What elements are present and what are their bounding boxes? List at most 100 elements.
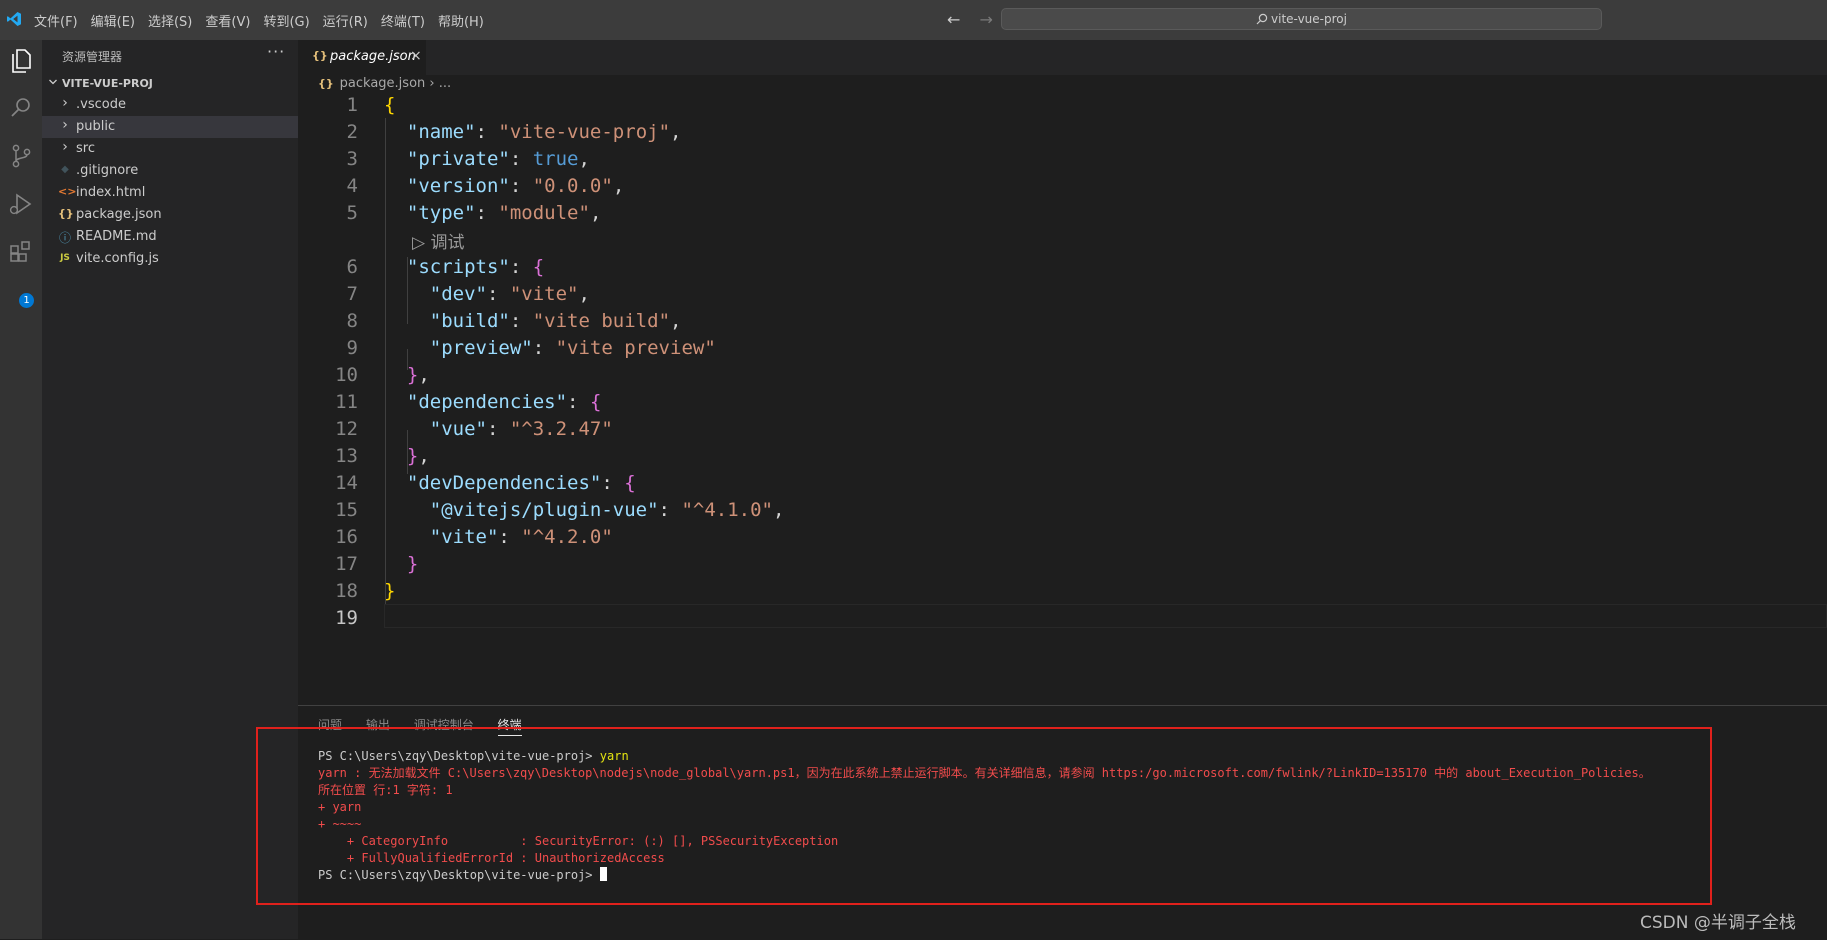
activity-bar: 1 [0, 40, 42, 939]
tree-item-label: src [76, 141, 95, 156]
json-file-icon: {} [318, 77, 334, 90]
explorer-files-icon[interactable] [5, 44, 37, 76]
line-number: 16 [335, 526, 358, 548]
menu-selection[interactable]: 选择(S) [148, 11, 192, 30]
debug-codelens[interactable]: ▷ 调试 [412, 228, 464, 253]
line-number: 1 [346, 94, 358, 116]
search-icon [1256, 13, 1268, 25]
navigation-arrows: ← → [947, 10, 1007, 29]
code-line: "devDependencies": { [406, 472, 636, 494]
json-file-icon: {} [312, 49, 328, 62]
back-arrow-icon[interactable]: ← [947, 10, 960, 29]
tree-file-vite-config[interactable]: JS vite.config.js [42, 248, 298, 270]
line-number: 13 [335, 445, 358, 467]
highlight-box [256, 727, 1712, 905]
code-line: }, [406, 364, 430, 386]
breadcrumb-file[interactable]: package.json [340, 76, 426, 91]
code-line: "dependencies": { [406, 391, 602, 413]
code-line: } [384, 580, 396, 602]
line-number: 15 [335, 499, 358, 521]
line-number: 7 [346, 283, 358, 305]
menu-go[interactable]: 转到(G) [263, 11, 309, 30]
more-actions-icon[interactable]: ··· [267, 42, 285, 61]
code-line: "dev": "vite", [429, 283, 590, 305]
line-number: 18 [335, 580, 358, 602]
line-number: 19 [335, 607, 358, 629]
line-number: 9 [346, 337, 358, 359]
html-file-icon: <> [58, 185, 77, 198]
code-line: "private": true, [406, 148, 590, 170]
tree-file-gitignore[interactable]: ◆ .gitignore [42, 160, 298, 182]
watermark: CSDN @半调子全栈 [1640, 913, 1796, 933]
code-line: "@vitejs/plugin-vue": "^4.1.0", [429, 499, 785, 521]
chevron-right-icon: › [62, 95, 68, 111]
tab-package-json[interactable]: {} package.json × [298, 40, 426, 75]
line-number: 6 [346, 256, 358, 278]
code-line: "build": "vite build", [429, 310, 682, 332]
line-number: 10 [335, 364, 358, 386]
extensions-icon[interactable] [5, 236, 37, 268]
command-center-search[interactable]: vite-vue-proj [1001, 8, 1602, 30]
tree-item-label: package.json [76, 207, 162, 222]
line-number: 8 [346, 310, 358, 332]
line-number: 4 [346, 175, 358, 197]
tree-item-label: index.html [76, 185, 146, 200]
chevron-down-icon [49, 79, 57, 85]
breadcrumb-separator-icon: › [429, 76, 435, 91]
code-line: }, [406, 445, 430, 467]
line-number: 2 [346, 121, 358, 143]
tree-folder-src[interactable]: › src [42, 138, 298, 160]
menu-view[interactable]: 查看(V) [205, 11, 250, 30]
search-icon[interactable] [5, 92, 37, 124]
tree-folder-public[interactable]: › public [42, 116, 298, 138]
line-number: 5 [346, 202, 358, 224]
menu-help[interactable]: 帮助(H) [438, 11, 484, 30]
tree-file-readme[interactable]: ⓘ README.md [42, 226, 298, 248]
menu-bar: 文件(F) 编辑(E) 选择(S) 查看(V) 转到(G) 运行(R) 终端(T… [34, 0, 497, 40]
json-file-icon: {} [58, 207, 74, 220]
breadcrumb-rest[interactable]: ... [439, 76, 451, 91]
code-line: "vite": "^4.2.0" [429, 526, 613, 548]
tree-folder-vscode[interactable]: › .vscode [42, 94, 298, 116]
tab-label: package.json [330, 49, 416, 64]
line-number: 12 [335, 418, 358, 440]
editor-tabs: {} package.json × [298, 40, 1827, 75]
menu-run[interactable]: 运行(R) [323, 11, 368, 30]
breadcrumb: {} package.json › ... [318, 76, 451, 91]
tree-item-label: public [76, 119, 116, 134]
code-line: "preview": "vite preview" [429, 337, 716, 359]
file-tree: › .vscode › public › src ◆ .gitignore <>… [42, 94, 298, 270]
workspace-root-label: VITE-VUE-PROJ [62, 77, 153, 90]
tree-file-index-html[interactable]: <> index.html [42, 182, 298, 204]
source-control-icon[interactable] [5, 140, 37, 172]
title-bar: 文件(F) 编辑(E) 选择(S) 查看(V) 转到(G) 运行(R) 终端(T… [0, 0, 1827, 40]
extensions-badge: 1 [19, 293, 34, 308]
code-line: } [406, 553, 419, 575]
code-line: "vue": "^3.2.47" [429, 418, 613, 440]
code-line: "scripts": { [406, 256, 545, 278]
menu-edit[interactable]: 编辑(E) [91, 11, 135, 30]
code-line: { [384, 94, 396, 116]
current-line-highlight [384, 604, 1827, 628]
code-line: "version": "0.0.0", [406, 175, 625, 197]
tree-file-package-json[interactable]: {} package.json [42, 204, 298, 226]
line-number: 17 [335, 553, 358, 575]
line-number: 11 [335, 391, 358, 413]
workspace-root-folder[interactable]: VITE-VUE-PROJ [42, 74, 298, 94]
forward-arrow-icon[interactable]: → [980, 10, 993, 29]
vscode-logo-icon [7, 12, 21, 26]
explorer-title: 资源管理器 [62, 50, 123, 64]
tree-item-label: .gitignore [76, 163, 139, 178]
git-file-icon: ◆ [61, 164, 69, 175]
tree-item-label: README.md [76, 229, 157, 244]
menu-terminal[interactable]: 终端(T) [381, 11, 425, 30]
command-center-text: vite-vue-proj [1271, 12, 1347, 26]
chevron-right-icon: › [62, 117, 68, 133]
run-debug-icon[interactable] [5, 188, 37, 220]
js-file-icon: JS [60, 253, 70, 263]
chevron-right-icon: › [62, 139, 68, 155]
close-icon[interactable]: × [410, 48, 422, 64]
menu-file[interactable]: 文件(F) [34, 11, 78, 30]
code-line: "name": "vite-vue-proj", [406, 121, 682, 143]
tree-item-label: .vscode [76, 97, 126, 112]
